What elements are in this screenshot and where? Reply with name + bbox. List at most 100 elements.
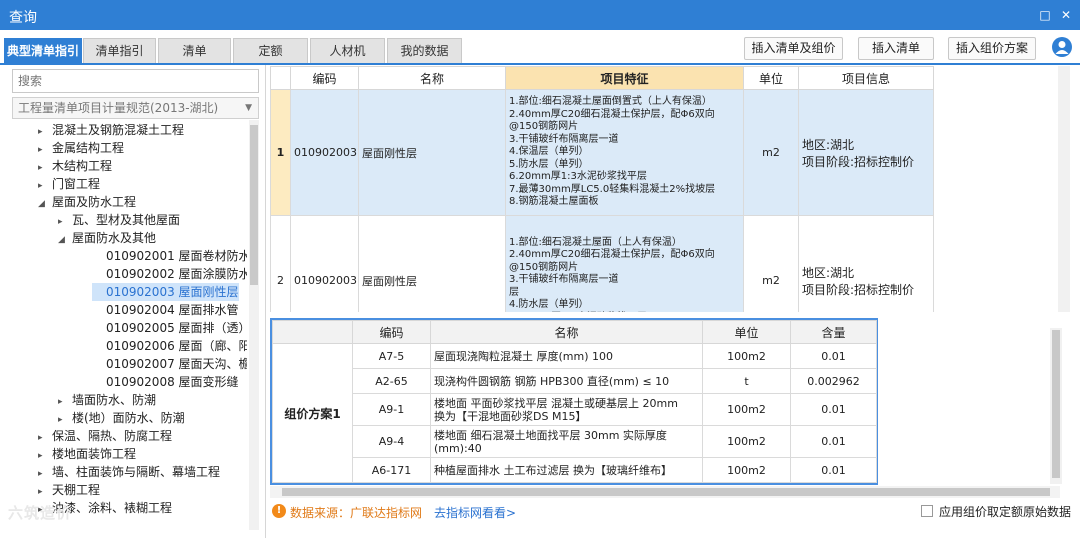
feature-line: 2.40mm厚C20细石混凝土保护层，配Φ6双向: [509, 108, 715, 120]
upper-scrollbar[interactable]: [1058, 66, 1070, 312]
header-unit: 单位: [743, 66, 799, 90]
tree-item-label: 010902004 屋面排水管: [106, 303, 239, 317]
tree-item[interactable]: 010902001 屋面卷材防水: [92, 247, 247, 265]
plan-row[interactable]: A9-4 楼地面 细石混凝土地面找平层 30mm 实际厚度 (mm):40 100m2…: [273, 425, 877, 458]
apply-original-data-label: 应用组价取定额原始数据: [939, 505, 1072, 519]
expander-icon[interactable]: ◢: [38, 195, 52, 213]
plan-header-group: [272, 320, 353, 344]
plan-qty: 0.01: [790, 343, 877, 369]
tree-item[interactable]: ▸ 保温、隔热、防腐工程: [38, 427, 172, 445]
tree-item[interactable]: ◢ 屋面及防水工程: [38, 193, 136, 211]
insert-list-and-price-button[interactable]: 插入清单及组价: [744, 37, 843, 60]
tree-item[interactable]: ▸ 楼(地）面防水、防潮: [58, 409, 185, 427]
feature-line: 3.干铺玻纤布隔离层一道: [509, 133, 619, 145]
tab-list[interactable]: 清单: [158, 38, 231, 63]
feature-line: 8.钢筋混凝土屋面板: [509, 196, 599, 208]
close-icon[interactable]: ✕: [1058, 7, 1074, 23]
plan-name: 种植屋面排水 土工布过滤层 换为【玻璃纤维布】: [430, 457, 703, 483]
header-name: 名称: [358, 66, 506, 90]
plan-group-label: 组价方案1: [272, 343, 353, 483]
plan-name-line: (mm):40: [434, 441, 482, 455]
tree-item[interactable]: 010902002 屋面涂膜防水: [92, 265, 247, 283]
feature-line: 4.保温层（单列）: [509, 146, 589, 158]
apply-original-data-checkbox[interactable]: [921, 505, 933, 517]
row-unit: m2: [743, 215, 799, 312]
plan-unit: 100m2: [702, 457, 791, 483]
header-info: 项目信息: [798, 66, 934, 90]
tree-item[interactable]: ▸ 天棚工程: [38, 481, 100, 499]
feature-line: 4.防水层（单列）: [509, 299, 589, 311]
index-site-link[interactable]: 去指标网看看>: [434, 504, 516, 521]
tree-item[interactable]: ▸ 瓦、型材及其他屋面: [58, 211, 180, 229]
tree-item[interactable]: 010902003 屋面刚性层: [92, 283, 239, 301]
title-bar: 查询 □ ✕: [0, 0, 1080, 30]
tree-item[interactable]: 010902007 屋面天沟、檐沟: [92, 355, 247, 373]
row-index: 2: [270, 215, 291, 312]
left-panel: 工程量清单项目计量规范(2013-湖北) ▼ ▸混凝土及钢筋混凝土工程▸金属结构…: [0, 65, 266, 538]
search-input[interactable]: [12, 69, 259, 93]
tab-typical-guide[interactable]: 典型清单指引: [4, 38, 82, 63]
row-code: 010902003: [290, 215, 359, 312]
tree-item[interactable]: ▸ 楼地面装饰工程: [38, 445, 136, 463]
plan-code: A2-65: [352, 368, 431, 394]
insert-list-button[interactable]: 插入清单: [858, 37, 934, 60]
plan-row[interactable]: A6-171 种植屋面排水 土工布过滤层 换为【玻璃纤维布】 100m2 0.01: [273, 457, 877, 483]
tree-scrollbar[interactable]: [249, 120, 259, 530]
data-source-text: 数据来源：广联达指标网: [290, 506, 423, 520]
tree-item-label: 墙面防水、防潮: [72, 393, 157, 407]
row-info: 地区:湖北 项目阶段:招标控制价: [798, 89, 934, 216]
header-index: [270, 66, 291, 90]
tree-item[interactable]: 010902006 屋面（廊、阳...: [92, 337, 247, 355]
tree-item[interactable]: ▸ 金属结构工程: [38, 139, 124, 157]
feature-line: @150钢筋网片: [509, 261, 579, 273]
feature-line: @150钢筋网片: [509, 121, 579, 133]
row-unit: m2: [743, 89, 799, 216]
header-code: 编码: [290, 66, 359, 90]
watermark: 六筑造价: [8, 504, 73, 522]
plan-name-line: 种植屋面排水 土工布过滤层 换为【玻璃纤维布】: [434, 463, 672, 477]
plan-row[interactable]: A2-65 现浇构件圆钢筋 钢筋 HPB300 直径(mm) ≤ 10 t 0.002…: [273, 368, 877, 394]
spec-select[interactable]: 工程量清单项目计量规范(2013-湖北) ▼: [12, 97, 259, 119]
tree-item[interactable]: 010902008 屋面变形缝: [92, 373, 239, 391]
row-code: 010902003: [290, 89, 359, 216]
tree-item[interactable]: 010902005 屋面排（透）...: [92, 319, 247, 337]
insert-price-plan-button[interactable]: 插入组价方案: [948, 37, 1036, 60]
tree-item-label: 墙、柱面装饰与隔断、幕墙工程: [52, 465, 221, 479]
tab-materials[interactable]: 人材机: [310, 38, 385, 63]
plan-header-qty: 含量: [790, 320, 877, 344]
tree-item[interactable]: ▸ 木结构工程: [38, 157, 112, 175]
tab-list-guide[interactable]: 清单指引: [83, 38, 156, 63]
tree-item[interactable]: ▸ 混凝土及钢筋混凝土工程: [38, 121, 184, 139]
window-title: 查询: [9, 10, 37, 26]
expander-icon[interactable]: ◢: [58, 231, 72, 249]
plan-name: 屋面现浇陶粒混凝土 厚度(mm) 100: [430, 343, 703, 369]
plan-row[interactable]: A9-1 楼地面 平面砂浆找平层 混凝土或硬基层上 20mm 换为【干混地面砂浆DS…: [273, 393, 877, 426]
row-name: 屋面刚性层: [358, 215, 506, 312]
plan-name-line: 屋面现浇陶粒混凝土 厚度(mm) 100: [434, 349, 614, 363]
table-row[interactable]: 1 010902003 屋面刚性层 1.部位:细石混凝土屋面倒置式（上人有保温） 2.4…: [270, 89, 934, 216]
tree-item[interactable]: 010902004 屋面排水管: [92, 301, 239, 319]
tree-item[interactable]: ▸ 墙面防水、防潮: [58, 391, 156, 409]
tree-item[interactable]: ▸ 墙、柱面装饰与隔断、幕墙工程: [38, 463, 220, 481]
tab-quota[interactable]: 定额: [233, 38, 308, 63]
lower-scrollbar[interactable]: [1050, 328, 1062, 484]
row-index: 1: [270, 89, 291, 216]
feature-line: 3.干铺玻纤布隔离层一道: [509, 274, 619, 286]
tree-item[interactable]: ◢ 屋面防水及其他: [58, 229, 156, 247]
user-avatar-icon[interactable]: [1052, 37, 1072, 57]
tree-item[interactable]: ▸ 门窗工程: [38, 175, 100, 193]
tab-my-data[interactable]: 我的数据: [387, 38, 462, 63]
table-row[interactable]: 2 010902003 屋面刚性层 1.部位:细石混凝土屋面（上人有保温） 2.40mm…: [270, 215, 934, 312]
maximize-icon[interactable]: □: [1037, 7, 1053, 23]
tree-item-label: 010902007 屋面天沟、檐沟: [106, 357, 247, 371]
tree-item-label: 门窗工程: [52, 177, 101, 191]
feature-line: 7.最薄30mm厚LC5.0轻集料混凝土2%找坡层: [509, 183, 716, 195]
tree-item-label: 混凝土及钢筋混凝土工程: [52, 123, 185, 137]
plan-header-name: 名称: [430, 320, 703, 344]
plan-row[interactable]: 组价方案1 A7-5 屋面现浇陶粒混凝土 厚度(mm) 100 100m2 0.01: [272, 343, 877, 483]
tree-item-label: 010902002 屋面涂膜防水: [106, 267, 247, 281]
tree-item-label: 木结构工程: [52, 159, 113, 173]
feature-line: 1.部位:细石混凝土屋面（上人有保温）: [509, 236, 682, 248]
tree-item-label: 楼地面装饰工程: [52, 447, 137, 461]
horizontal-scrollbar[interactable]: [270, 486, 1060, 498]
